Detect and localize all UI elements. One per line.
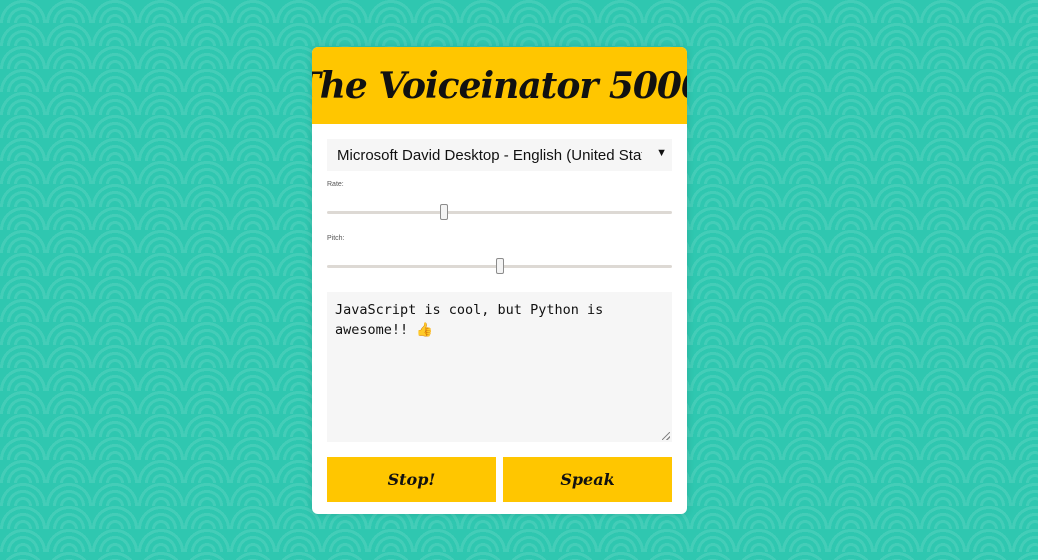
header: The Voiceinator 5000 (312, 47, 687, 124)
rate-slider[interactable] (327, 202, 672, 222)
voice-select[interactable]: Microsoft David Desktop - English (Unite… (327, 139, 672, 171)
button-row: Stop! Speak (327, 457, 672, 502)
dropdown-arrow-icon: ▼ (656, 147, 667, 159)
speak-button[interactable]: Speak (503, 457, 672, 502)
app-title: The Voiceinator 5000 (312, 64, 687, 107)
rate-slider-track (327, 211, 672, 214)
rate-slider-thumb[interactable] (440, 204, 449, 220)
rate-label: Rate: (327, 181, 344, 188)
pitch-label: Pitch: (327, 235, 345, 242)
message-textarea[interactable]: JavaScript is cool, but Python is awesom… (327, 292, 672, 442)
voiceinator-panel: The Voiceinator 5000 Microsoft David Des… (312, 47, 687, 514)
pitch-slider-thumb[interactable] (495, 258, 504, 274)
message-text: JavaScript is cool, but Python is awesom… (335, 302, 604, 338)
pitch-slider[interactable] (327, 256, 672, 276)
content: Microsoft David Desktop - English (Unite… (312, 124, 687, 502)
resize-grip-icon[interactable] (662, 432, 670, 440)
voice-select-value: Microsoft David Desktop - English (Unite… (337, 146, 642, 164)
stop-button[interactable]: Stop! (327, 457, 496, 502)
